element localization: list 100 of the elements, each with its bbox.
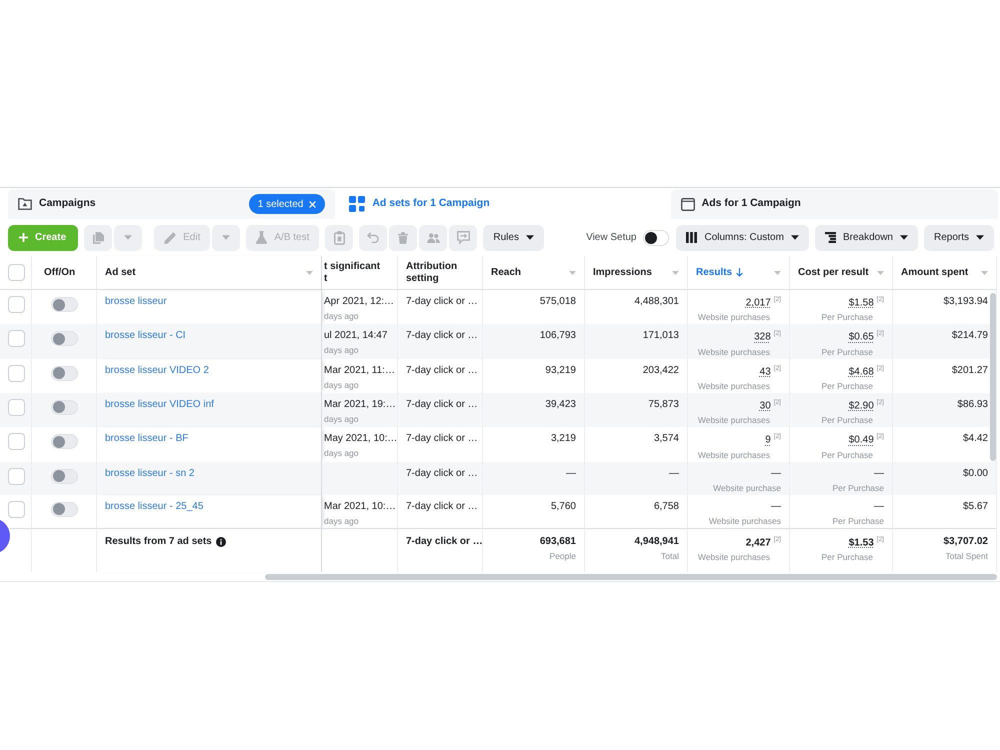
results-value[interactable]: 2,017 — [746, 297, 771, 308]
amount-spent-value: $214.79 — [952, 330, 988, 342]
edit-date: Mar 2021, 19:… — [324, 398, 396, 410]
impressions-value: 203,422 — [642, 364, 679, 376]
column-header[interactable]: Cost per result — [798, 266, 869, 278]
row-checkbox[interactable] — [8, 468, 25, 485]
reports-button[interactable]: Reports — [924, 224, 994, 250]
row-checkbox[interactable] — [8, 364, 25, 382]
results-label: Website purchases — [698, 450, 770, 460]
ad-set-link[interactable]: brosse lisseur VIDEO 2 — [105, 364, 209, 376]
row-checkbox[interactable] — [8, 433, 25, 450]
results-value[interactable]: 43 — [760, 366, 771, 377]
row-toggle[interactable] — [50, 468, 78, 484]
column-header[interactable]: Reach — [491, 266, 522, 278]
caret-icon[interactable] — [774, 270, 781, 274]
view-setup-label: View Setup — [586, 231, 636, 245]
caret-icon[interactable] — [877, 270, 884, 274]
select-all-checkbox[interactable] — [8, 264, 25, 281]
column-header[interactable]: Impressions — [593, 266, 652, 278]
row-toggle[interactable] — [50, 366, 78, 381]
column-header[interactable]: Ad set — [105, 266, 136, 278]
horizontal-scrollbar[interactable] — [265, 574, 997, 580]
results-label: Website purchase — [713, 482, 781, 493]
ad-set-link[interactable]: brosse lisseur - sn 2 — [105, 468, 194, 479]
results-value[interactable]: 328 — [754, 332, 771, 343]
copy-icon — [92, 232, 104, 244]
row-toggle[interactable] — [50, 331, 78, 346]
caret-icon[interactable] — [981, 270, 988, 274]
attribution-text: 7-day click or … — [406, 330, 478, 342]
rules-button[interactable]: Rules — [483, 224, 544, 250]
view-setup-toggle[interactable] — [643, 230, 670, 246]
flask-icon — [256, 231, 268, 244]
reach-value: 93,219 — [545, 364, 576, 376]
undo-icon — [367, 232, 380, 243]
amount-spent-total: $3,707.02 — [944, 536, 988, 547]
results-total-label: Website purchases — [698, 552, 770, 562]
edit-date: ul 2021, 14:47 — [324, 330, 388, 342]
row-toggle[interactable] — [50, 434, 78, 450]
results-label: Website purchases — [698, 312, 770, 323]
cost-value: — — [874, 468, 884, 479]
column-header[interactable]: Results — [696, 266, 732, 278]
ad-set-link[interactable]: brosse lisseur - CI — [105, 330, 186, 342]
ad-set-link[interactable]: brosse lisseur - BF — [105, 433, 188, 444]
tab[interactable]: Campaigns 1 selected — [8, 189, 336, 219]
sort-arrow-icon[interactable] — [736, 268, 744, 277]
edit-date: Apr 2021, 12:… — [324, 296, 394, 307]
caret-icon[interactable] — [306, 270, 313, 274]
results-value[interactable]: 30 — [760, 400, 771, 412]
row-checkbox[interactable] — [8, 398, 25, 416]
footnote-mark: [2] — [774, 296, 781, 303]
row-checkbox[interactable] — [8, 330, 25, 348]
amount-spent-value: $0.00 — [962, 468, 988, 479]
column-header[interactable]: t significant t — [324, 260, 380, 284]
columns-button[interactable]: Columns: Custom — [676, 224, 809, 250]
column-header[interactable]: Off/On — [44, 266, 76, 278]
footnote-mark: [2] — [876, 536, 884, 543]
cost-value[interactable]: $2.90 — [848, 400, 874, 412]
vertical-scrollbar[interactable] — [990, 293, 996, 461]
trash-icon — [398, 232, 408, 244]
cost-value[interactable]: $0.65 — [848, 332, 874, 343]
cost-total[interactable]: $1.53 — [848, 536, 874, 548]
column-header[interactable]: Attribution setting — [406, 260, 474, 284]
amount-spent-value: $4.42 — [962, 433, 988, 444]
tab[interactable]: Ads for 1 Campaign — [670, 189, 998, 219]
pencil-icon — [164, 232, 176, 244]
cost-value[interactable]: $1.58 — [848, 297, 874, 308]
edit-age: days ago — [324, 345, 358, 356]
breakdown-button[interactable]: Breakdown — [814, 224, 918, 250]
results-total[interactable]: 2,427 — [746, 536, 771, 548]
speech-bubble-icon — [456, 231, 470, 244]
impressions-value: 3,574 — [654, 433, 679, 444]
close-icon[interactable] — [309, 200, 316, 208]
caret-icon[interactable] — [672, 270, 679, 274]
results-label: Website purchases — [698, 346, 770, 357]
clipboard-icon — [334, 230, 345, 244]
edit-date: Mar 2021, 11:… — [324, 364, 395, 376]
ad-set-link[interactable]: brosse lisseur - 25_45 — [105, 500, 204, 512]
cost-value[interactable]: $4.68 — [848, 366, 874, 377]
amount-spent-total-label: Total Spent — [945, 550, 988, 561]
reach-value: 106,793 — [540, 330, 576, 342]
footnote-mark: [2] — [774, 433, 781, 440]
row-toggle[interactable] — [50, 502, 78, 517]
selection-chip[interactable]: 1 selected — [248, 194, 326, 214]
footnote-mark: [2] — [876, 330, 884, 338]
row-toggle[interactable] — [50, 297, 78, 312]
results-value[interactable]: 9 — [765, 434, 771, 446]
amount-spent-value: $5.67 — [962, 500, 988, 512]
floating-button[interactable] — [0, 518, 10, 554]
row-checkbox[interactable] — [8, 296, 25, 313]
attribution-text: 7-day click or … — [406, 398, 478, 410]
row-checkbox[interactable] — [8, 500, 25, 518]
reach-value: 39,423 — [545, 398, 576, 410]
row-toggle[interactable] — [50, 400, 78, 415]
column-header[interactable]: Amount spent — [901, 266, 968, 278]
edit-age: days ago — [324, 311, 358, 322]
cost-value[interactable]: $0.49 — [848, 434, 874, 446]
ad-set-link[interactable]: brosse lisseur VIDEO inf — [105, 398, 214, 410]
grid-icon — [349, 196, 366, 212]
ad-set-link[interactable]: brosse lisseur — [105, 296, 167, 307]
caret-icon[interactable] — [569, 270, 576, 274]
